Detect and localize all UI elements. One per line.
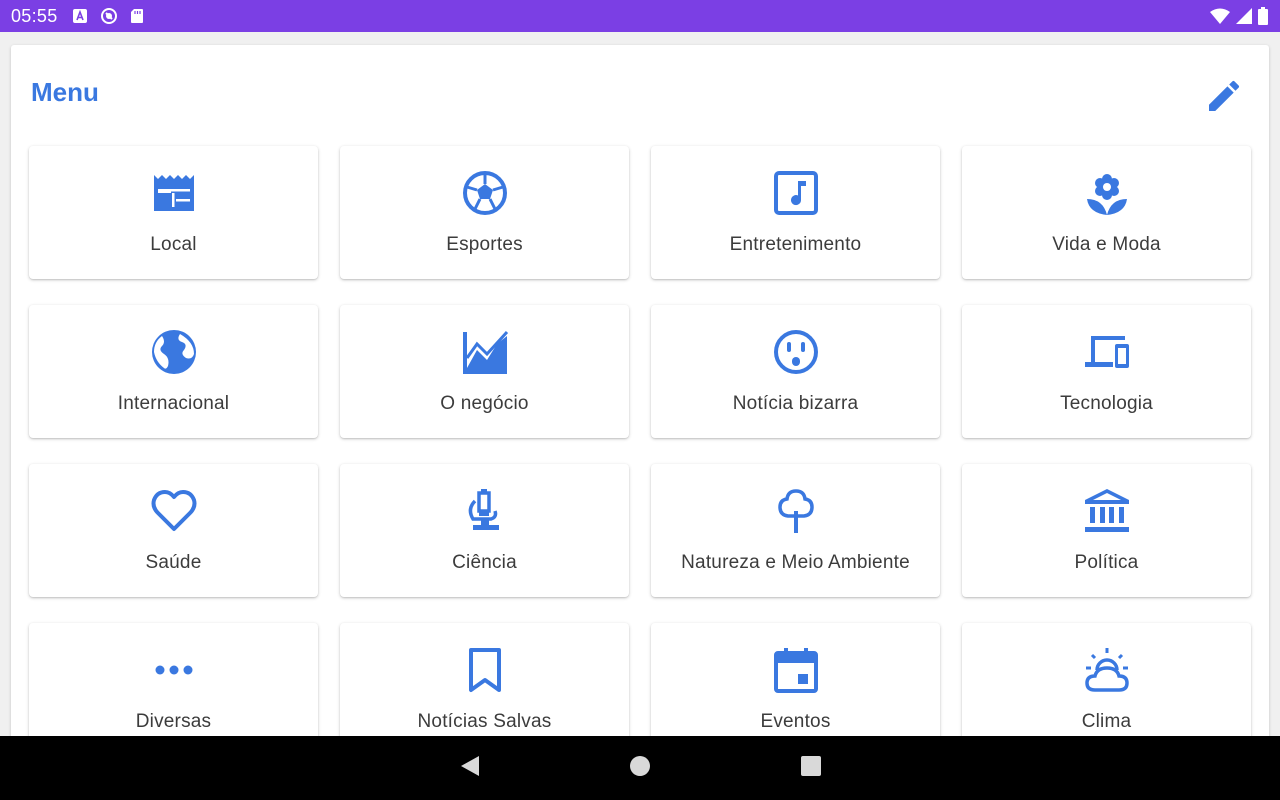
category-label: Diversas bbox=[135, 711, 212, 732]
status-time: 05:55 bbox=[11, 5, 58, 26]
category-tile-natureza[interactable]: Natureza e Meio Ambiente bbox=[651, 464, 940, 597]
surprised-face-icon bbox=[772, 328, 820, 376]
calendar-icon bbox=[772, 646, 820, 694]
category-tile-internacional[interactable]: Internacional bbox=[29, 305, 318, 438]
music-note-icon bbox=[772, 169, 820, 217]
devices-icon bbox=[1083, 328, 1131, 376]
status-right bbox=[1210, 7, 1268, 25]
heart-icon bbox=[150, 487, 198, 535]
microscope-icon bbox=[461, 487, 509, 535]
back-icon bbox=[459, 754, 481, 783]
category-tile-noticia-bizarra[interactable]: Notícia bizarra bbox=[651, 305, 940, 438]
more-dots-icon bbox=[150, 646, 198, 694]
status-bar: 05:55 bbox=[0, 0, 1280, 32]
category-label: Vida e Moda bbox=[1052, 234, 1161, 255]
flower-icon bbox=[1083, 169, 1131, 217]
edit-button[interactable] bbox=[1201, 75, 1247, 121]
category-tile-entretenimento[interactable]: Entretenimento bbox=[651, 146, 940, 279]
home-button[interactable] bbox=[628, 755, 652, 782]
cell-signal-icon bbox=[1236, 8, 1252, 24]
status-left: 05:55 bbox=[11, 6, 144, 27]
category-tile-tecnologia[interactable]: Tecnologia bbox=[962, 305, 1251, 438]
category-label: Local bbox=[150, 234, 197, 255]
menu-sheet: Menu Local Esportes Entretenimento Vida … bbox=[11, 45, 1269, 745]
category-label: O negócio bbox=[440, 393, 529, 414]
chart-area-icon bbox=[461, 328, 509, 376]
category-grid: Local Esportes Entretenimento Vida e Mod… bbox=[29, 146, 1251, 745]
category-tile-vida-e-moda[interactable]: Vida e Moda bbox=[962, 146, 1251, 279]
category-tile-local[interactable]: Local bbox=[29, 146, 318, 279]
category-tile-esportes[interactable]: Esportes bbox=[340, 146, 629, 279]
government-building-icon bbox=[1083, 487, 1131, 535]
category-label: Notícia bizarra bbox=[732, 393, 859, 414]
wifi-icon bbox=[1210, 8, 1230, 24]
category-label: Esportes bbox=[446, 234, 523, 255]
text-a-icon bbox=[72, 8, 88, 24]
recents-button[interactable] bbox=[799, 755, 823, 782]
weather-cloud-sun-icon bbox=[1083, 646, 1131, 694]
bookmark-icon bbox=[461, 646, 509, 694]
category-tile-noticias-salvas[interactable]: Notícias Salvas bbox=[340, 623, 629, 745]
navigation-bar bbox=[0, 736, 1280, 800]
category-label: Entretenimento bbox=[729, 234, 862, 255]
category-label: Política bbox=[1074, 552, 1139, 573]
category-tile-o-negocio[interactable]: O negócio bbox=[340, 305, 629, 438]
category-label: Clima bbox=[1081, 711, 1132, 732]
category-tile-politica[interactable]: Política bbox=[962, 464, 1251, 597]
category-label: Eventos bbox=[760, 711, 831, 732]
globe-icon bbox=[150, 328, 198, 376]
battery-icon bbox=[1258, 7, 1268, 25]
recents-icon bbox=[800, 755, 822, 782]
tree-icon bbox=[772, 487, 820, 535]
page-title: Menu bbox=[31, 77, 99, 107]
category-label: Ciência bbox=[452, 552, 517, 573]
category-tile-saude[interactable]: Saúde bbox=[29, 464, 318, 597]
category-tile-eventos[interactable]: Eventos bbox=[651, 623, 940, 745]
category-label: Natureza e Meio Ambiente bbox=[681, 552, 910, 573]
category-tile-diversas[interactable]: Diversas bbox=[29, 623, 318, 745]
category-label: Saúde bbox=[145, 552, 202, 573]
category-label: Internacional bbox=[117, 393, 230, 414]
pencil-icon bbox=[1204, 76, 1244, 121]
newspaper-icon bbox=[150, 169, 198, 217]
category-tile-ciencia[interactable]: Ciência bbox=[340, 464, 629, 597]
category-tile-clima[interactable]: Clima bbox=[962, 623, 1251, 745]
back-button[interactable] bbox=[458, 754, 482, 783]
sd-card-icon bbox=[130, 8, 144, 24]
home-icon bbox=[629, 755, 651, 782]
soccer-ball-icon bbox=[461, 169, 509, 217]
category-label: Tecnologia bbox=[1060, 393, 1153, 414]
category-label: Notícias Salvas bbox=[417, 711, 552, 732]
sync-disabled-icon bbox=[100, 7, 118, 25]
